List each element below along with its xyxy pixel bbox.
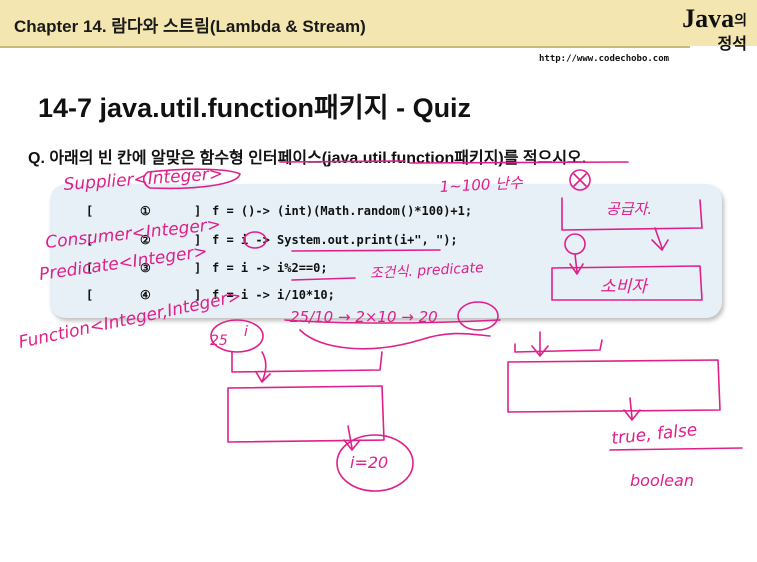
hw-result: i=20 (350, 453, 388, 472)
code-row: [ ① ] f = ()-> (int)(Math.random()*100)+… (50, 204, 472, 226)
site-url: http://www.codechobo.com (539, 54, 670, 64)
bracket-open: [ (86, 233, 94, 247)
hw-input-25: 25 (210, 333, 228, 349)
arrow-to-boolean (623, 397, 641, 421)
arrow-down-left (255, 351, 271, 383)
bracket-open: [ (86, 261, 94, 275)
bracket-open: [ (86, 204, 94, 218)
box-left-body (227, 385, 385, 443)
circle-25 (210, 319, 264, 353)
hw-true-false: true, false (610, 420, 698, 449)
hw-boolean: boolean (630, 471, 694, 490)
code-row: [ ③ ] f = i -> i%2==0; (50, 261, 328, 283)
blank-number: ③ (140, 261, 151, 275)
circle-result (336, 434, 414, 492)
bracket-close: ] (194, 288, 202, 302)
underline-true-false (609, 447, 743, 451)
header-divider (0, 46, 690, 48)
code-line: f = i -> i%2==0; (212, 261, 328, 275)
code-line: f = i -> System.out.print(i+", "); (212, 233, 458, 247)
code-box: [ ① ] f = ()-> (int)(Math.random()*100)+… (50, 184, 722, 318)
logo-jeongseok-text: 정석 (717, 36, 747, 53)
bracket-close: ] (194, 233, 202, 247)
slide-title: 14-7 java.util.function패키지 - Quiz (38, 93, 472, 123)
logo-ui-text: 의 (734, 12, 747, 28)
code-row: [ ② ] f = i -> System.out.print(i+", "); (50, 233, 458, 255)
box-right-lower (507, 359, 721, 413)
underline-expression (284, 319, 501, 324)
bracket-close: ] (194, 261, 202, 275)
code-line: f = i -> i/10*10; (212, 288, 335, 302)
loop-arrow (299, 329, 491, 350)
bracket-close: ] (194, 204, 202, 218)
blank-number: ② (140, 233, 151, 247)
bracket-open: [ (86, 288, 94, 302)
code-row: [ ④ ] f = i -> i/10*10; (50, 288, 335, 310)
box-left-top (231, 351, 383, 373)
hw-input-i: i (244, 324, 248, 340)
arrow-to-result (343, 425, 361, 451)
arrow-right-lower (531, 331, 549, 357)
blank-number: ④ (140, 288, 151, 302)
blank-number: ① (140, 204, 151, 218)
chapter-title: Chapter 14. 람다와 스트림(Lambda & Stream) (14, 17, 366, 36)
box-right-lower-top (514, 339, 603, 353)
code-line: f = ()-> (int)(Math.random()*100)+1; (212, 204, 473, 218)
quiz-question: Q. 아래의 빈 칸에 알맞은 함수형 인터페이스(java.util.func… (28, 150, 587, 167)
